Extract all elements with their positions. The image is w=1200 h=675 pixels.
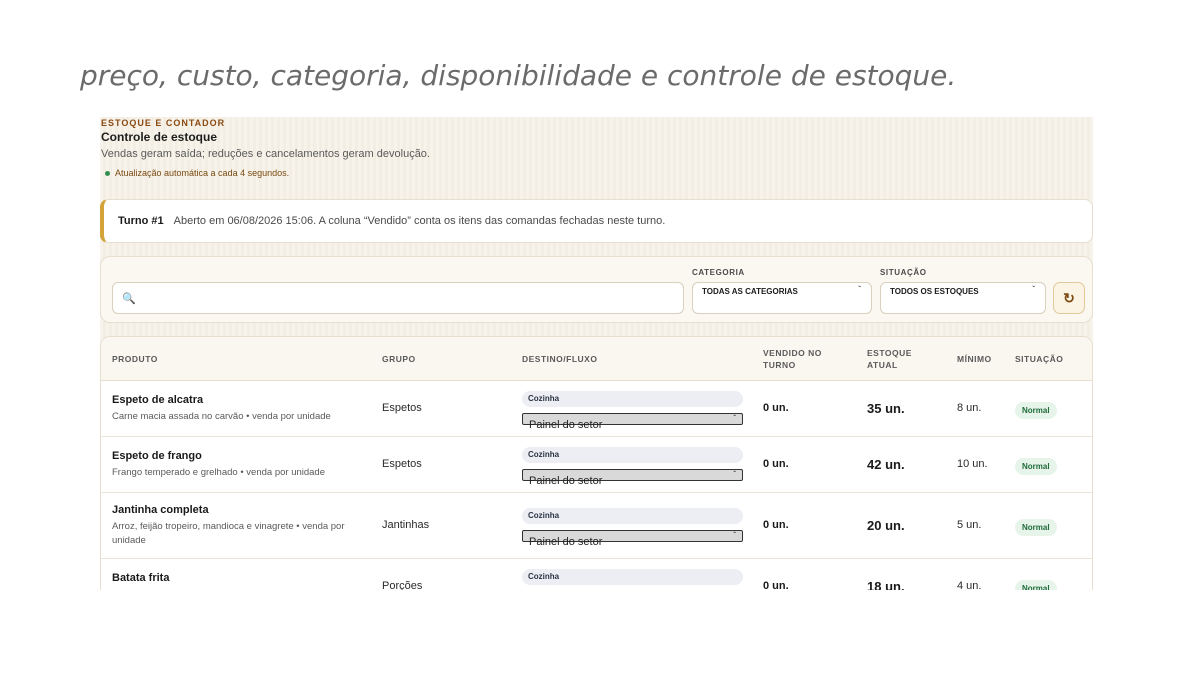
status-cell: Normal [1015, 400, 1057, 419]
situacao-select-value: TODOS OS ESTOQUES [890, 287, 979, 296]
table-row[interactable]: Batata frita Porções Cozinha 0 un. 18 un… [101, 559, 1092, 590]
product-cell: Espeto de alcatra Carne macia assada no … [112, 394, 360, 424]
status-dot-icon [105, 170, 110, 176]
table-row[interactable]: Espeto de frango Frango temperado e grel… [101, 437, 1092, 493]
situacao-label: SITUAÇÃO [880, 268, 927, 277]
search-field[interactable]: 🔍 [112, 282, 684, 314]
search-input[interactable] [141, 291, 683, 305]
status-cell: Normal [1015, 578, 1057, 590]
product-cell: Espeto de frango Frango temperado e grel… [112, 450, 360, 480]
product-description: Carne macia assada no carvão • venda por… [112, 411, 331, 422]
section-eyebrow: ESTOQUE E CONTADOR [101, 118, 226, 128]
filters-bar: 🔍 CATEGORIA TODAS AS CATEGORIAS ˇ SITUAÇ… [100, 256, 1093, 323]
categoria-select[interactable]: TODAS AS CATEGORIAS ˇ [692, 282, 872, 314]
top-caption: preço, custo, categoria, disponibilidade… [80, 64, 1100, 104]
reset-filters-button[interactable]: ↻ [1053, 282, 1085, 314]
product-description: Frango temperado e grelhado • venda por … [112, 467, 326, 478]
product-group: Jantinhas [382, 519, 430, 531]
page-title: Controle de estoque [101, 130, 218, 144]
destination-chip: Cozinha [522, 391, 743, 407]
col-grupo: GRUPO [382, 354, 416, 364]
col-situacao: SITUAÇÃO [1015, 354, 1064, 364]
product-group: Porções [382, 580, 423, 590]
chevron-down-icon: ˇ [858, 285, 861, 294]
sold-value: 0 un. [763, 458, 789, 470]
product-group: Espetos [382, 402, 422, 414]
col-vendido-line1: VENDIDO NO [763, 348, 822, 358]
table-row[interactable]: Jantinha completa Arroz, feijão tropeiro… [101, 493, 1092, 559]
minimum-value: 10 un. [957, 458, 988, 470]
shift-info-box: Turno #1 Aberto em 06/08/2026 15:06. A c… [100, 199, 1093, 243]
auto-update-text: Atualização automática a cada 4 segundos… [115, 168, 290, 178]
status-cell: Normal [1015, 456, 1057, 475]
stock-value: 18 un. [867, 579, 905, 590]
table-header: PRODUTO GRUPO DESTINO/FLUXO VENDIDO NO T… [101, 337, 1092, 381]
status-badge: Normal [1015, 580, 1057, 590]
status-badge: Normal [1015, 519, 1057, 536]
flow-select-value: Painel do setor [529, 419, 603, 431]
flow-select-value: Painel do setor [529, 536, 603, 548]
status-badge: Normal [1015, 402, 1057, 419]
flow-select[interactable]: Painel do setor ˇ [522, 530, 743, 548]
top-caption-text: preço, custo, categoria, disponibilidade… [80, 64, 957, 92]
refresh-icon: ↻ [1063, 289, 1075, 306]
destination-chip: Cozinha [522, 508, 743, 524]
shift-text: Aberto em 06/08/2026 15:06. A coluna “Ve… [173, 215, 666, 227]
stock-value: 42 un. [867, 457, 905, 472]
product-group: Espetos [382, 458, 422, 470]
product-name: Batata frita [112, 572, 170, 584]
destination-cell: Cozinha Painel do setor ˇ [522, 447, 743, 487]
destination-cell: Cozinha [522, 569, 743, 585]
col-estoque-line1: ESTOQUE [867, 348, 912, 358]
col-minimo: MÍNIMO [957, 354, 992, 364]
chevron-down-icon: ˇ [733, 470, 736, 479]
table-row[interactable]: Espeto de alcatra Carne macia assada no … [101, 381, 1092, 437]
col-produto: PRODUTO [112, 354, 158, 364]
stock-table: PRODUTO GRUPO DESTINO/FLUXO VENDIDO NO T… [100, 336, 1093, 590]
destination-cell: Cozinha Painel do setor ˇ [522, 508, 743, 548]
stock-value: 20 un. [867, 518, 905, 533]
sold-value: 0 un. [763, 519, 789, 531]
situacao-select[interactable]: TODOS OS ESTOQUES ˇ [880, 282, 1046, 314]
categoria-select-value: TODAS AS CATEGORIAS [702, 287, 798, 296]
flow-select[interactable]: Painel do setor ˇ [522, 413, 743, 431]
destination-chip: Cozinha [522, 447, 743, 463]
search-icon: 🔍 [122, 292, 136, 305]
product-cell: Jantinha completa Arroz, feijão tropeiro… [112, 504, 360, 548]
minimum-value: 5 un. [957, 519, 982, 531]
product-name: Espeto de alcatra [112, 394, 204, 406]
col-vendido-line2: TURNO [763, 360, 796, 370]
col-estoque: ESTOQUE ATUAL [867, 347, 912, 371]
shift-label: Turno #1 [118, 215, 164, 227]
page-subtitle: Vendas geram saída; reduções e cancelame… [101, 148, 430, 160]
flow-select-value: Painel do setor [529, 475, 603, 487]
stock-value: 35 un. [867, 401, 905, 416]
stock-control-panel: ESTOQUE E CONTADOR Controle de estoque V… [100, 117, 1093, 590]
auto-update-status: Atualização automática a cada 4 segundos… [105, 168, 289, 178]
flow-select[interactable]: Painel do setor ˇ [522, 469, 743, 487]
status-badge: Normal [1015, 458, 1057, 475]
product-cell: Batata frita [112, 572, 169, 584]
sold-value: 0 un. [763, 402, 789, 414]
product-description: Arroz, feijão tropeiro, mandioca e vinag… [112, 521, 345, 546]
chevron-down-icon: ˇ [733, 531, 736, 540]
col-vendido: VENDIDO NO TURNO [763, 347, 822, 371]
categoria-label: CATEGORIA [692, 268, 745, 277]
destination-cell: Cozinha Painel do setor ˇ [522, 391, 743, 431]
sold-value: 0 un. [763, 580, 789, 590]
minimum-value: 8 un. [957, 402, 982, 414]
chevron-down-icon: ˇ [733, 414, 736, 423]
status-cell: Normal [1015, 517, 1057, 536]
product-name: Jantinha completa [112, 504, 209, 516]
minimum-value: 4 un. [957, 580, 982, 590]
col-destino: DESTINO/FLUXO [522, 354, 598, 364]
product-name: Espeto de frango [112, 450, 202, 462]
chevron-down-icon: ˇ [1032, 285, 1035, 294]
destination-chip: Cozinha [522, 569, 743, 585]
col-estoque-line2: ATUAL [867, 360, 898, 370]
